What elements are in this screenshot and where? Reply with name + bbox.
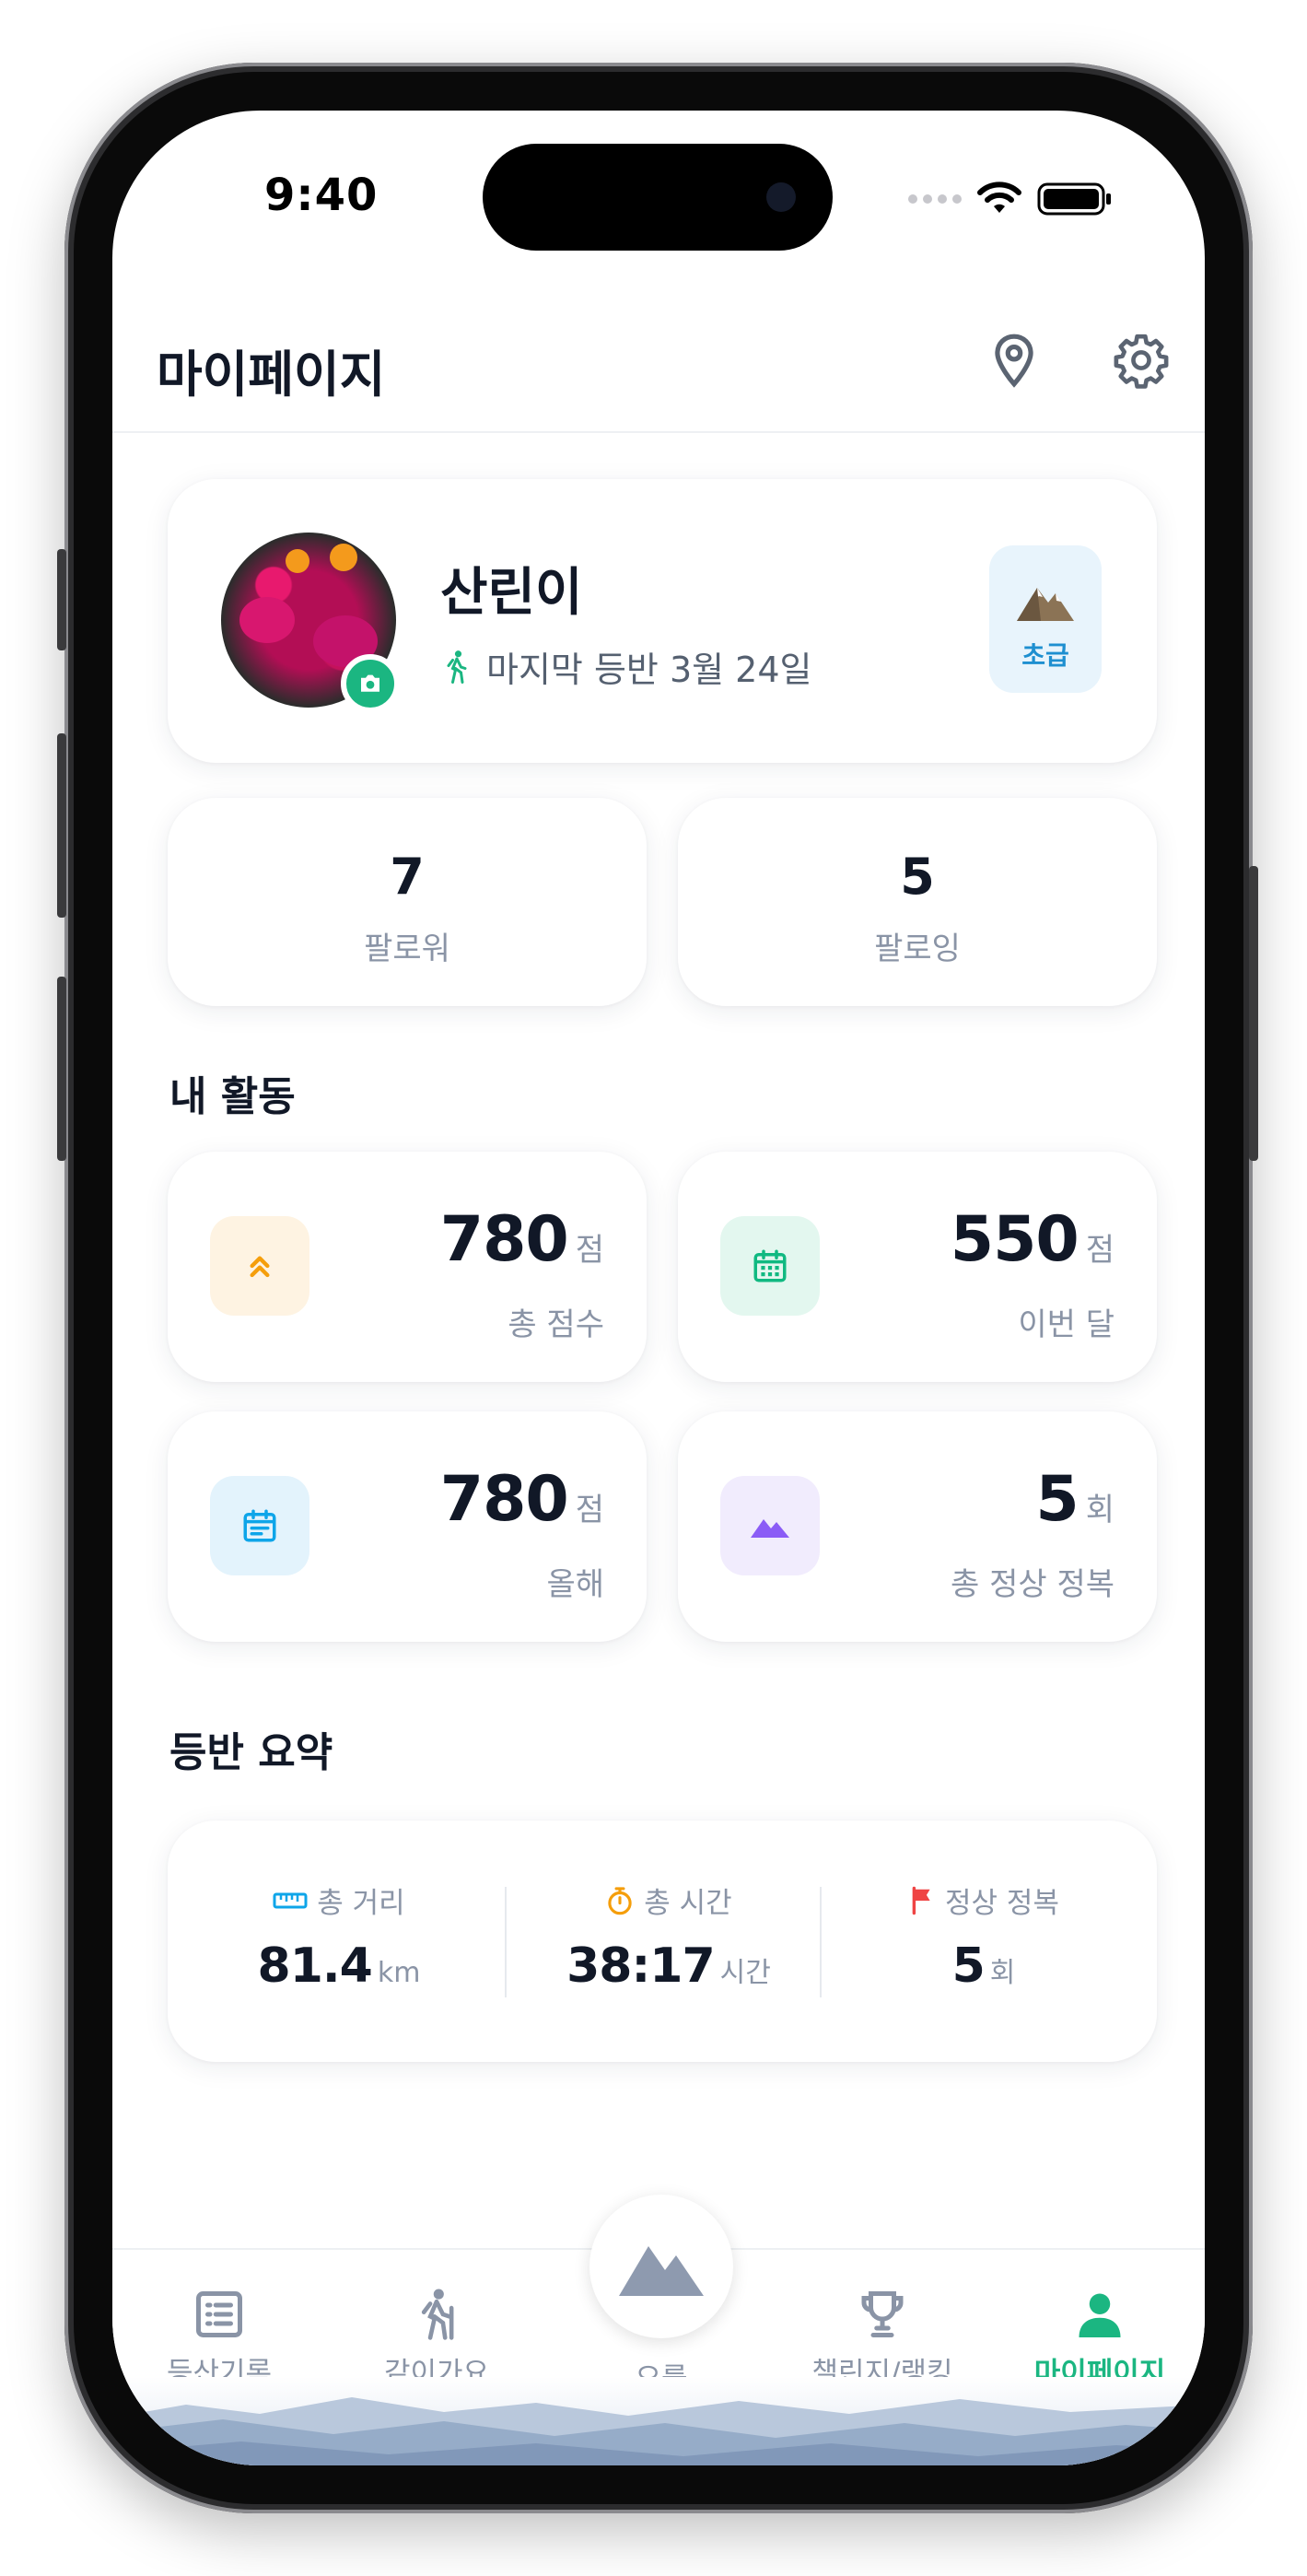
- level-badge: 초급: [989, 545, 1102, 693]
- gear-icon[interactable]: [1113, 332, 1170, 389]
- stat-unit: 점: [575, 1232, 604, 1269]
- calendar-icon: [753, 1249, 787, 1282]
- mountain-icon: [751, 1519, 789, 1538]
- stat-icon-box: [720, 1476, 820, 1575]
- stat-unit: 점: [575, 1492, 604, 1528]
- stat-card-total-score: 780 점 총 점수: [168, 1152, 647, 1382]
- stat-label: 총 점수: [508, 1306, 604, 1343]
- stat-value-group: 780 점: [440, 1463, 604, 1536]
- followers-count: 7: [390, 848, 425, 906]
- summary-card: 총 거리 81.4 km 총 시간 38:17 시간 정상 정복 5 회: [168, 1821, 1157, 2062]
- summary-value-group: 38:17 시간: [505, 1938, 833, 1994]
- stat-label: 올해: [546, 1566, 604, 1603]
- signal-icon: [908, 194, 962, 204]
- stat-icon-box: [210, 1476, 309, 1575]
- hiker-icon: [421, 2289, 454, 2340]
- stat-unit: 회: [1085, 1492, 1114, 1528]
- profile-card[interactable]: 산린이 마지막 등반 3월 24일 초급: [168, 479, 1157, 763]
- stat-value-group: 5 회: [1035, 1463, 1114, 1536]
- dynamic-island: [483, 144, 833, 251]
- summary-label: 정상 정복: [945, 1887, 1059, 1920]
- action-button: [57, 549, 66, 650]
- list-icon: [196, 2291, 242, 2337]
- summary-distance: 총 거리 81.4 km: [175, 1821, 503, 2062]
- followers-card[interactable]: 7 팔로워: [168, 798, 647, 1006]
- battery-icon: [1037, 182, 1111, 216]
- app-screen: 9:40 마이페이지 산린이 마지막 등반 3월 24일 초급 7 팔로워 5 …: [112, 111, 1205, 2465]
- stat-value-group: 780 점: [440, 1203, 604, 1276]
- summary-label: 총 시간: [644, 1887, 732, 1920]
- summary-head: 총 시간: [505, 1879, 833, 1921]
- calendar-list-icon: [243, 1509, 276, 1542]
- volume-down-button: [57, 977, 66, 1161]
- stat-value: 5: [1035, 1463, 1079, 1536]
- trophy-icon: [861, 2291, 904, 2337]
- tab-climb-center-button[interactable]: [589, 2195, 733, 2338]
- stat-card-total-summits: 5 회 총 정상 정복: [678, 1411, 1157, 1642]
- summary-value: 38:17: [566, 1938, 716, 1994]
- summary-time: 총 시간 38:17 시간: [505, 1821, 833, 2062]
- stat-label: 이번 달: [1018, 1306, 1114, 1343]
- stat-value: 780: [439, 1203, 569, 1276]
- summary-unit: km: [377, 1957, 421, 1989]
- double-chevron-up-icon: [250, 1256, 270, 1278]
- volume-up-button: [57, 733, 66, 918]
- summary-unit: 시간: [719, 1957, 771, 1989]
- stat-card-this-month: 550 점 이번 달: [678, 1152, 1157, 1382]
- ruler-icon: [273, 1892, 308, 1908]
- camera-icon: [766, 182, 796, 212]
- last-climb-text: 마지막 등반 3월 24일: [486, 650, 812, 690]
- bottom-tab-bar: 등산기록 같이가요 오를 챌린지/랭킹: [112, 2195, 1205, 2465]
- stat-value-group: 550 점: [951, 1203, 1114, 1276]
- summary-value: 5: [951, 1938, 986, 1994]
- summary-value-group: 5 회: [820, 1938, 1148, 1994]
- stat-icon-box: [720, 1216, 820, 1316]
- followers-label: 팔로워: [364, 931, 450, 967]
- flag-icon: [912, 1886, 930, 1914]
- status-time: 9:40: [264, 170, 379, 221]
- following-label: 팔로잉: [874, 931, 961, 967]
- stat-label: 총 정상 정복: [950, 1566, 1114, 1603]
- summary-value-group: 81.4 km: [175, 1938, 503, 1994]
- stopwatch-icon: [608, 1886, 632, 1914]
- stat-card-this-year: 780 점 올해: [168, 1411, 647, 1642]
- following-count: 5: [900, 848, 935, 906]
- change-photo-button[interactable]: [341, 654, 400, 713]
- status-indicators: [908, 181, 1113, 217]
- power-button: [1249, 866, 1258, 1161]
- stat-value: 780: [439, 1463, 569, 1536]
- last-climb: 마지막 등반 3월 24일: [440, 641, 812, 692]
- camera-icon: [361, 674, 379, 692]
- stat-icon-box: [210, 1216, 309, 1316]
- wifi-icon: [977, 181, 1021, 213]
- summary-label: 총 거리: [317, 1887, 405, 1920]
- location-pin-icon[interactable]: [986, 332, 1043, 389]
- stat-value: 550: [950, 1203, 1079, 1276]
- mountain-landscape: [112, 2377, 1205, 2465]
- following-card[interactable]: 5 팔로잉: [678, 798, 1157, 1006]
- stat-unit: 점: [1085, 1232, 1114, 1269]
- profile-name: 산린이: [440, 563, 583, 623]
- summary-head: 정상 정복: [820, 1879, 1148, 1921]
- person-icon: [1079, 2293, 1121, 2337]
- mountain-icon: [619, 2246, 704, 2296]
- mountain-icon: [1017, 588, 1074, 621]
- summary-section-title: 등반 요약: [169, 1729, 333, 1776]
- summary-head: 총 거리: [175, 1879, 503, 1921]
- summary-unit: 회: [989, 1957, 1016, 1989]
- hiker-icon: [447, 650, 467, 684]
- summary-summits: 정상 정복 5 회: [820, 1821, 1148, 2062]
- activity-section-title: 내 활동: [169, 1073, 296, 1120]
- level-label: 초급: [1021, 640, 1069, 671]
- page-header: 마이페이지: [112, 286, 1205, 433]
- summary-value: 81.4: [257, 1938, 373, 1994]
- page-title: 마이페이지: [157, 345, 386, 404]
